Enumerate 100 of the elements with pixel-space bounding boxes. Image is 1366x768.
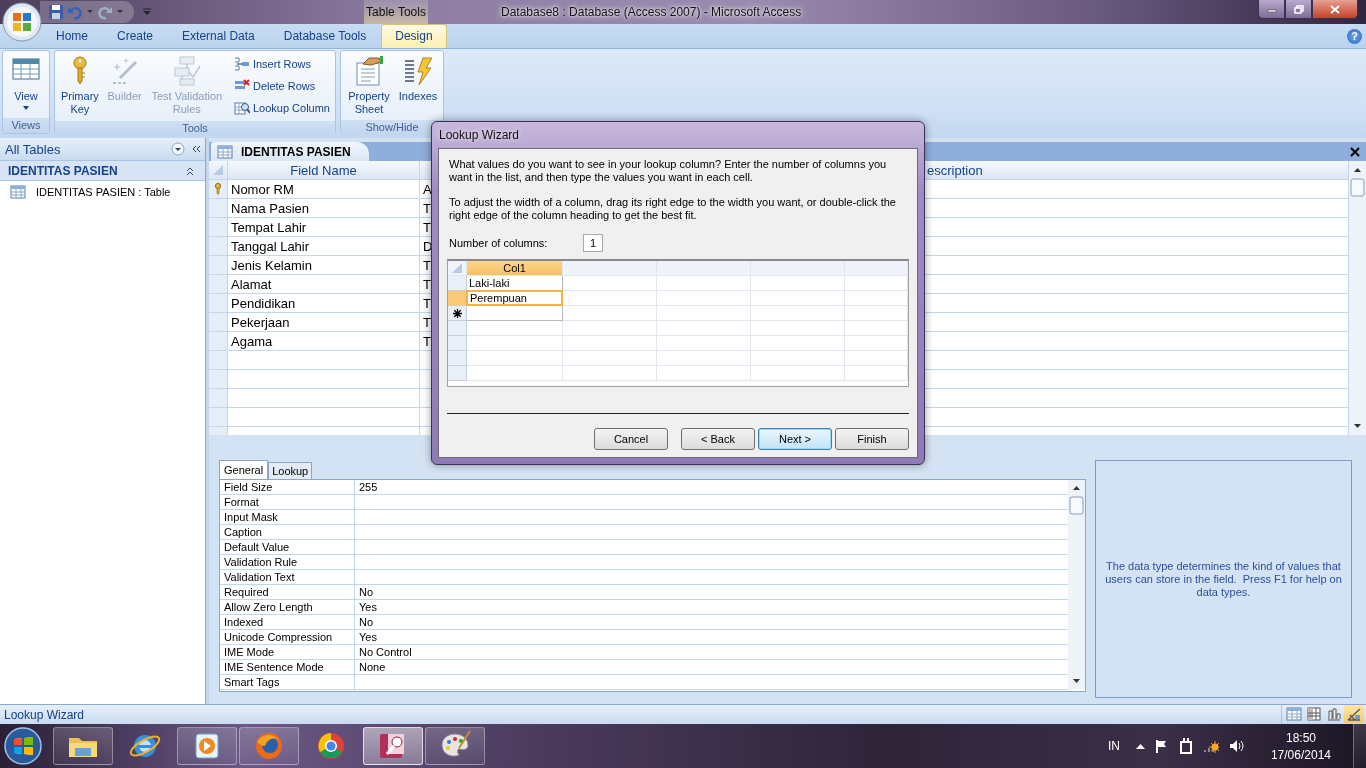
number-field[interactable]: 1	[583, 234, 603, 252]
dialog-button[interactable]: < Back	[681, 428, 755, 450]
table-cell[interactable]: Nomor RM	[228, 180, 420, 199]
select-all-button[interactable]	[448, 261, 467, 276]
column-header[interactable]	[751, 261, 845, 276]
ribbon-button[interactable]: Insert Rows	[231, 53, 332, 75]
ribbon-button[interactable]: Property Sheet	[344, 53, 394, 118]
table-cell[interactable]: Pendidikan	[228, 294, 420, 313]
pivot-chart-icon	[1326, 706, 1342, 722]
ribbon-button[interactable]: Lookup Column	[231, 97, 332, 119]
property-name: Field Size	[220, 480, 355, 495]
restore-icon	[1293, 4, 1304, 14]
instruction-text: To adjust the width of a column, drag its right edge to the width you want, or double-click the right edge of the column heading to get the best fit.	[449, 196, 897, 222]
ribbon-tab[interactable]: Create	[103, 24, 168, 48]
table-cell[interactable]: Alamat	[228, 275, 420, 294]
collapse-icon[interactable]	[191, 144, 201, 154]
group-header[interactable]: IDENTITAS PASIEN	[0, 161, 205, 181]
new-row-icon	[452, 308, 462, 318]
table-cell[interactable]: Pekerjaan	[228, 313, 420, 332]
select-all-icon	[212, 164, 224, 176]
table-cell[interactable]: Perempuan	[466, 290, 563, 306]
customize-icon[interactable]	[142, 7, 152, 17]
column-header[interactable]	[657, 261, 751, 276]
ribbon-tab[interactable]: Home	[42, 24, 102, 48]
lookup-column-icon	[233, 100, 250, 116]
close-icon[interactable]	[1350, 146, 1360, 157]
redo-icon[interactable]	[97, 4, 113, 20]
view-button[interactable]	[1344, 705, 1364, 723]
property-sheet-icon	[353, 55, 385, 87]
ribbon-tab[interactable]: Design	[381, 24, 447, 48]
show-desktop-button[interactable]	[1353, 724, 1366, 768]
flag-icon[interactable]	[1154, 739, 1169, 753]
ribbon-button[interactable]: View	[6, 53, 46, 116]
property-name: Validation Text	[220, 570, 355, 585]
property-value[interactable]: None	[355, 660, 1068, 675]
instruction-text: What values do you want to see in your lookup column? Enter the number of columns you want in the list, and then type the values you want in each cell.	[449, 158, 888, 184]
table-cell[interactable]: Nama Pasien	[228, 199, 420, 218]
table-cell[interactable]: Laki-laki	[467, 276, 563, 291]
power-plug-icon[interactable]	[1178, 738, 1193, 754]
taskbar-button[interactable]	[363, 727, 423, 765]
row-selector[interactable]	[448, 306, 467, 321]
document-tab[interactable]: IDENTITAS PASIEN	[211, 142, 369, 161]
speaker-icon[interactable]	[1228, 739, 1245, 753]
property-value[interactable]: 255	[355, 480, 1068, 495]
column-header[interactable]	[563, 261, 657, 276]
key-icon	[214, 183, 222, 195]
taskbar-button[interactable]	[177, 727, 237, 765]
property-value[interactable]: Yes	[355, 600, 1068, 615]
table-cell[interactable]: Tempat Lahir	[228, 218, 420, 237]
language-indicator[interactable]: IN	[1107, 739, 1120, 753]
group-label: Views	[3, 118, 49, 133]
signal-icon[interactable]	[1202, 739, 1219, 753]
taskbar-button[interactable]	[425, 727, 485, 765]
dialog-button[interactable]: Finish	[835, 428, 909, 450]
dropdown-icon[interactable]	[171, 142, 185, 156]
ribbon-button[interactable]: Delete Rows	[231, 75, 332, 97]
office-button[interactable]	[2, 2, 42, 42]
column-header[interactable]	[845, 261, 908, 276]
close-button[interactable]	[1312, 0, 1358, 19]
caret-icon[interactable]	[116, 8, 124, 16]
indexes-icon	[402, 55, 434, 87]
property-name: Unicode Compression	[220, 630, 355, 645]
ribbon-button[interactable]: Indexes	[396, 53, 440, 118]
caret-icon[interactable]	[86, 8, 94, 16]
start-button[interactable]	[3, 726, 43, 766]
maximize-button[interactable]	[1285, 0, 1312, 19]
collapse-icon	[185, 165, 195, 176]
taskbar-button[interactable]	[53, 727, 113, 765]
property-name: Required	[220, 585, 355, 600]
caret-icon	[22, 105, 30, 111]
dialog-button[interactable]: Cancel	[594, 428, 668, 450]
property-value[interactable]: No	[355, 615, 1068, 630]
property-tab[interactable]: General	[219, 460, 269, 479]
clock[interactable]: 18:50 17/06/2014	[1270, 730, 1331, 762]
ribbon-tab[interactable]: Database Tools	[269, 24, 381, 48]
table-icon	[10, 184, 26, 200]
ribbon-tab[interactable]: External Data	[168, 24, 269, 48]
property-value[interactable]: Yes	[355, 630, 1068, 645]
ribbon-button[interactable]: Primary Key	[58, 53, 102, 119]
property-name: Caption	[220, 525, 355, 540]
view-button[interactable]	[1304, 705, 1324, 723]
property-name: Format	[220, 495, 355, 510]
navigation-item[interactable]: IDENTITAS PASIEN : Table	[0, 181, 205, 203]
property-name: Input Mask	[220, 510, 355, 525]
table-cell[interactable]: Jenis Kelamin	[228, 256, 420, 275]
save-icon[interactable]	[48, 4, 64, 20]
table-cell[interactable]: Agama	[228, 332, 420, 351]
property-value[interactable]: No	[355, 585, 1068, 600]
property-name: Validation Rule	[220, 555, 355, 570]
property-tab[interactable]: Lookup	[268, 462, 313, 479]
table-cell[interactable]: Tanggal Lahir	[228, 237, 420, 256]
table-icon	[217, 143, 233, 160]
show-hidden-icons-icon[interactable]	[1135, 743, 1145, 749]
property-value[interactable]: No Control	[355, 645, 1068, 660]
property-name: Smart Tags	[220, 675, 355, 690]
dialog-button[interactable]: Next >	[758, 428, 832, 450]
column-header[interactable]: Col1	[467, 261, 563, 276]
group-label: Tools	[55, 121, 335, 136]
pane-header: All Tables	[0, 138, 205, 161]
select-all-button[interactable]	[209, 161, 228, 180]
